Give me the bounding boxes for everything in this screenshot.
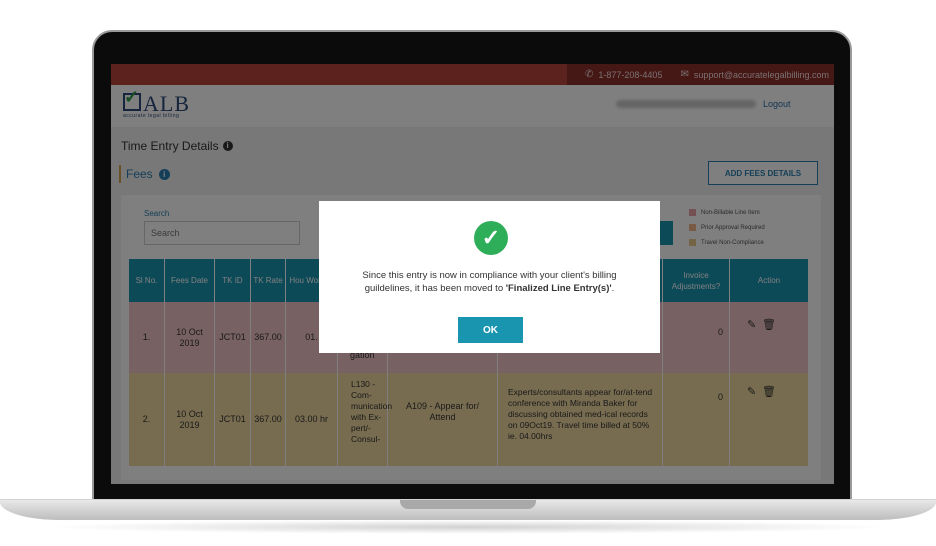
ok-button[interactable]: OK bbox=[458, 317, 523, 343]
laptop-shadow bbox=[40, 520, 896, 534]
laptop-notch bbox=[400, 500, 536, 509]
modal-message-end: . bbox=[611, 283, 615, 294]
app-screen: ✆ 1-877-208-4405 ✉ support@accuratelegal… bbox=[111, 64, 834, 484]
success-check-icon: ✓ bbox=[474, 221, 508, 255]
modal-message: Since this entry is now in compliance wi… bbox=[339, 269, 640, 295]
modal-message-bold: 'Finalized Line Entry(s)' bbox=[505, 283, 612, 294]
laptop-mockup: ✆ 1-877-208-4405 ✉ support@accuratelegal… bbox=[0, 0, 936, 546]
compliance-modal: ✓ Since this entry is now in compliance … bbox=[319, 201, 660, 353]
